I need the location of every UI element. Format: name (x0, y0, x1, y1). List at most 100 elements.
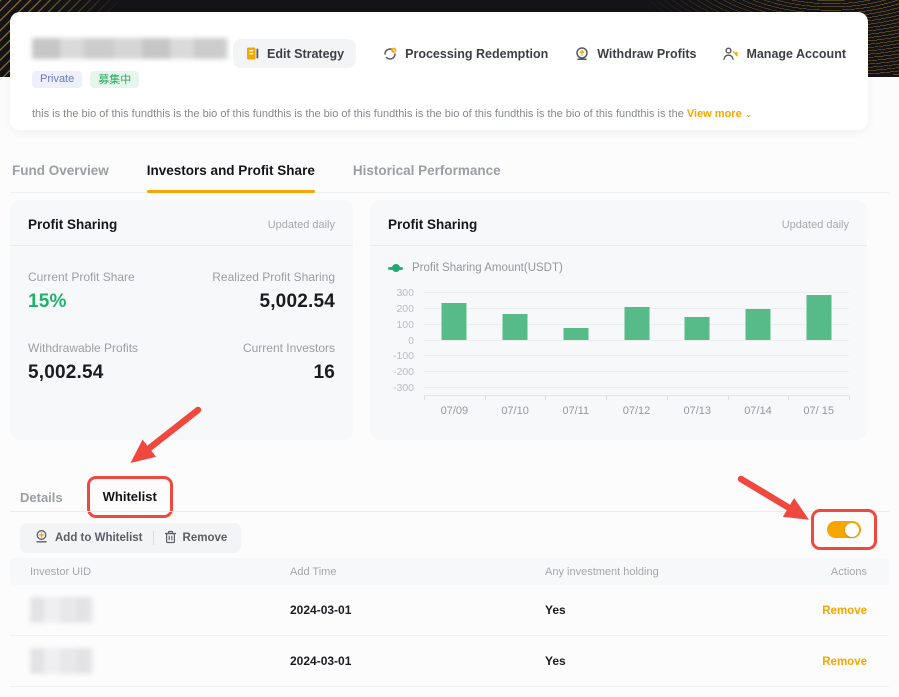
whitelist-button-group: Add to Whitelist Remove (20, 523, 242, 553)
cell-holding: Yes (545, 654, 566, 668)
stat-value: 15% (28, 291, 67, 312)
table-row: 2024-03-01 Yes Remove (10, 636, 889, 687)
investor-uid-redacted (30, 648, 94, 674)
chevron-down-icon: ⌄ (744, 109, 753, 119)
stat-withdrawable-profits: Withdrawable Profits 5,002.54 (28, 341, 177, 384)
profit-sharing-stats-card: Profit Sharing Updated daily Current Pro… (10, 200, 353, 440)
fund-name-redacted (32, 38, 228, 59)
whitelist-toggle[interactable] (827, 521, 861, 538)
chart-legend: Profit Sharing Amount(USDT) (370, 246, 867, 278)
section-divider (10, 511, 889, 512)
cell-holding: Yes (545, 603, 566, 617)
chart-card-title: Profit Sharing (388, 217, 478, 232)
private-badge: Private (32, 71, 83, 88)
tab-details[interactable]: Details (20, 490, 63, 505)
remove-button-label: Remove (182, 532, 228, 544)
main-tabs: Fund Overview Investors and Profit Share… (10, 163, 889, 193)
chart-x-labels: 07/09 07/10 07/11 07/12 07/13 07/14 07/ 15 (424, 405, 849, 417)
recruiting-badge: 募集中 (90, 71, 140, 88)
chart-plot-area: 300 200 100 0 -100 -200 -300 (393, 287, 849, 394)
chart-bar (684, 317, 710, 340)
chart-y-tick-label: 300 (396, 287, 414, 299)
whitelist-toolbar: Add to Whitelist Remove (20, 509, 889, 555)
withdraw-profits-label: Withdraw Profits (597, 46, 697, 61)
cell-add-time: 2024-03-01 (290, 603, 352, 617)
investor-uid-redacted (30, 597, 94, 623)
stat-label: Realized Profit Sharing (212, 270, 335, 284)
chart-bar (806, 295, 832, 340)
chart-x-tick-label: 07/ 15 (803, 405, 834, 417)
stat-value: 5,002.54 (28, 362, 104, 383)
chart-y-tick-label: 0 (408, 334, 414, 347)
summary-cards-row: Profit Sharing Updated daily Current Pro… (10, 200, 867, 440)
legend-line-dot-icon (388, 264, 403, 272)
stat-label: Current Profit Share (28, 270, 135, 284)
manage-account-label: Manage Account (746, 46, 846, 61)
table-header-row: Investor UID Add Time Any investment hol… (10, 558, 889, 585)
legend-label: Profit Sharing Amount(USDT) (412, 262, 563, 274)
edit-strategy-icon (245, 46, 260, 61)
col-header-actions: Actions (830, 565, 867, 578)
arrow-to-toggle (737, 475, 810, 520)
fund-bio: this is the bio of this fundthis is the … (32, 108, 846, 120)
trash-icon (164, 530, 177, 547)
processing-redemption-button[interactable]: Processing Redemption (382, 46, 548, 62)
stat-label: Current Investors (242, 341, 335, 355)
stat-current-profit-share: Current Profit Share 15% (28, 270, 177, 313)
stat-current-investors: Current Investors 16 (187, 341, 335, 384)
chart-bar (441, 303, 467, 340)
profit-sharing-chart-card: Profit Sharing Updated daily Profit Shar… (370, 200, 867, 440)
row-remove-link[interactable]: Remove (822, 656, 867, 668)
edit-strategy-label: Edit Strategy (267, 46, 345, 61)
chart-y-tick-label: 200 (396, 302, 414, 315)
add-to-whitelist-label: Add to Whitelist (55, 532, 143, 544)
chart-y-tick-label: -300 (392, 382, 414, 394)
page: Private 募集中 Edit Strategy Processing Red… (0, 0, 899, 697)
chart-gridline: -300 (393, 382, 849, 394)
stat-realized-profit-sharing: Realized Profit Sharing 5,002.54 (187, 270, 335, 313)
view-more-link[interactable]: View more ⌄ (687, 108, 752, 120)
withdraw-profits-icon (574, 46, 590, 62)
processing-redemption-icon (382, 46, 398, 62)
header-action-buttons: Edit Strategy Processing Redemption With… (233, 39, 846, 68)
fund-identity: Private 募集中 (32, 36, 228, 88)
withdraw-profits-button[interactable]: Withdraw Profits (574, 46, 696, 62)
add-to-whitelist-button[interactable]: Add to Whitelist (24, 523, 153, 553)
chart-bar (745, 308, 771, 340)
stats-card-title: Profit Sharing (28, 217, 118, 232)
tab-fund-overview[interactable]: Fund Overview (12, 163, 109, 192)
annotation-box-toggle (811, 509, 877, 550)
chart-y-tick-label: -200 (392, 366, 414, 379)
cell-add-time: 2024-03-01 (290, 654, 352, 668)
table-row: 2024-03-01 Yes Remove (10, 585, 889, 636)
stat-label: Withdrawable Profits (28, 341, 139, 355)
stat-value: 5,002.54 (259, 291, 335, 312)
toggle-knob (845, 522, 859, 537)
chart-x-tick-label: 07/09 (440, 405, 469, 417)
row-remove-link[interactable]: Remove (822, 605, 867, 617)
chart-x-axis (424, 395, 850, 400)
manage-account-icon (722, 46, 739, 62)
chart-x-tick-label: 07/10 (501, 405, 529, 417)
chart-bar (563, 328, 589, 340)
tab-historical-performance[interactable]: Historical Performance (353, 163, 501, 192)
col-header-add-time: Add Time (290, 565, 337, 578)
chart-x-tick-label: 07/12 (622, 405, 651, 417)
col-header-investor-uid: Investor UID (30, 565, 92, 578)
tab-investors-profit-share[interactable]: Investors and Profit Share (146, 163, 315, 193)
bar-chart: 300 200 100 0 -100 -200 -300 07/09 07/10 07/11 07… (393, 287, 850, 417)
chart-x-tick-label: 07/11 (562, 405, 590, 417)
chart-y-tick-label: -100 (392, 350, 414, 363)
chart-bar (502, 314, 528, 340)
stat-value: 16 (313, 362, 335, 383)
manage-account-button[interactable]: Manage Account (722, 46, 846, 62)
fund-bio-text: this is the bio of this fundthis is the … (32, 108, 687, 120)
whitelist-table: Investor UID Add Time Any investment hol… (10, 558, 889, 687)
chart-x-tick-label: 07/14 (744, 405, 772, 417)
remove-button[interactable]: Remove (154, 523, 238, 553)
edit-strategy-button[interactable]: Edit Strategy (233, 39, 357, 68)
add-to-whitelist-icon (34, 529, 49, 547)
fund-header-card: Private 募集中 Edit Strategy Processing Red… (10, 12, 868, 130)
tab-whitelist[interactable]: Whitelist (103, 489, 157, 504)
chart-y-tick-label: 100 (396, 318, 414, 331)
